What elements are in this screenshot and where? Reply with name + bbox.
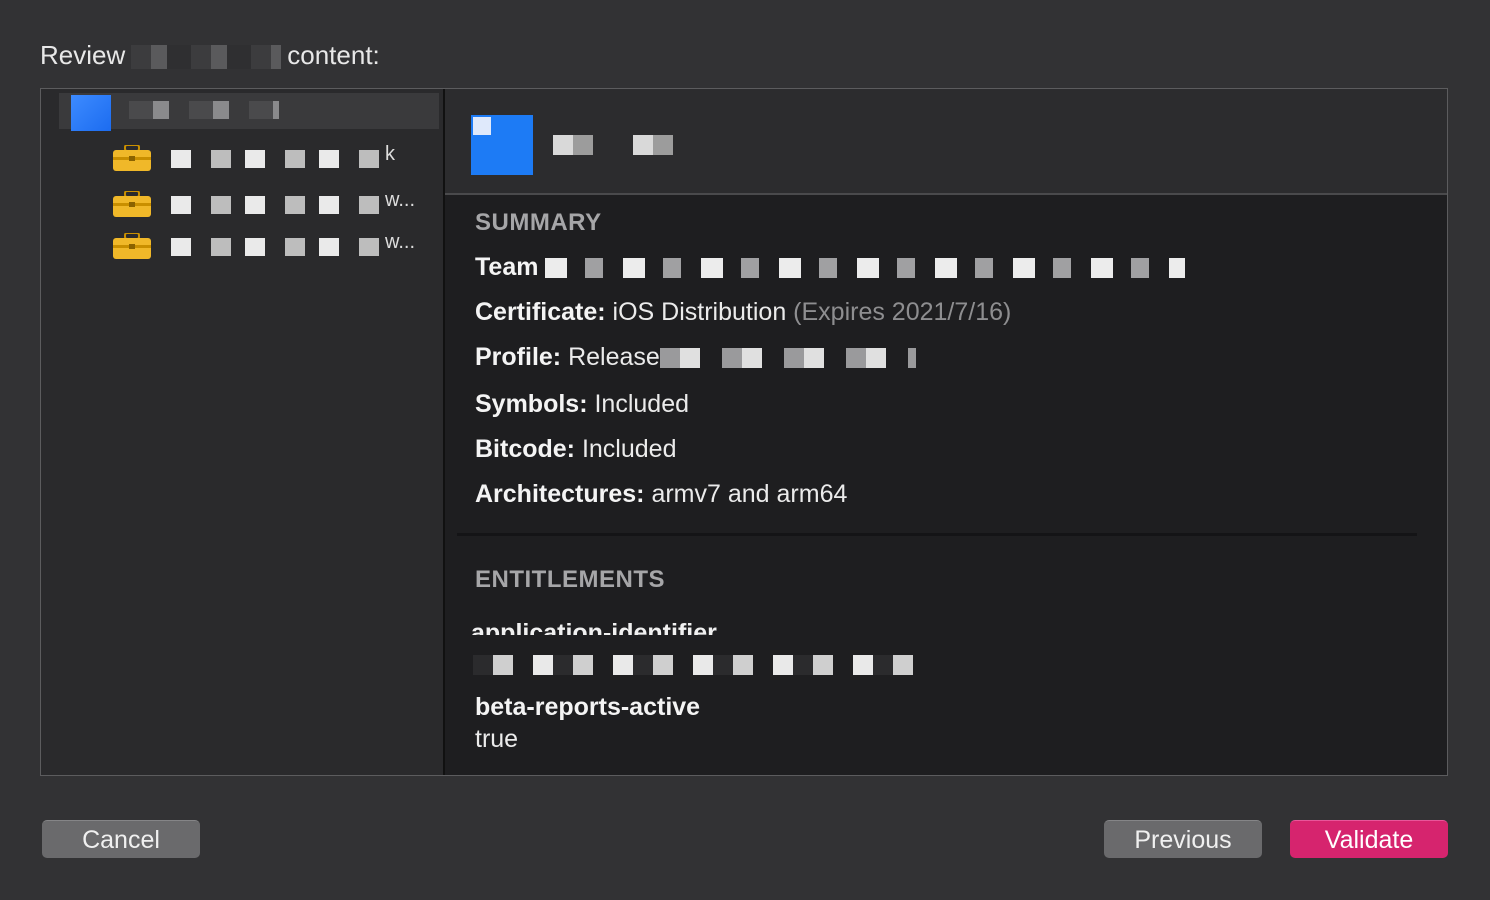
architectures-value: armv7 and arm64 [651,480,848,508]
architectures-row: Architectures: armv7 and arm64 [475,480,847,509]
section-divider [457,533,1417,536]
app-icon [471,115,533,175]
architectures-label: Architectures: [475,480,645,508]
dialog-title-suffix: content: [287,40,380,70]
bitcode-value: Included [581,435,677,463]
redacted-block [171,150,381,168]
sidebar-item-tail: w... [385,231,416,253]
redacted-block [545,258,1186,279]
redacted-block [131,45,282,70]
cancel-button[interactable]: Cancel [42,820,200,858]
entitlements-heading: ENTITLEMENTS [475,566,665,593]
detail-pane: SUMMARY Team Certificate: iOS Distributi… [445,89,1447,775]
validate-button[interactable]: Validate [1290,820,1448,858]
redacted-block [171,196,381,214]
sidebar: k w... w... [41,89,445,775]
dialog-title: Review content: [40,40,380,71]
app-icon [71,95,111,131]
sidebar-item-3[interactable]: w... [113,229,433,263]
content-frame: k w... w... SUMMARY Team Certificate: iO… [40,88,1448,776]
sidebar-item-tail: k [385,143,395,165]
symbols-row: Symbols: Included [475,390,689,419]
sidebar-root-item[interactable] [59,93,439,129]
sidebar-item-tail: w... [385,189,416,211]
redacted-block [553,135,673,155]
symbols-value: Included [594,390,690,418]
sidebar-item-1[interactable]: k [113,141,433,175]
profile-value: Release [568,343,660,371]
application-identifier-key: application-identifier [471,619,717,635]
briefcase-icon [113,191,151,217]
redacted-block [473,655,913,675]
profile-row: Profile: Release [475,343,916,372]
beta-reports-value: true [475,725,519,753]
bitcode-label: Bitcode: [475,435,575,463]
dialog-title-prefix: Review [40,40,126,70]
team-row: Team [475,253,1186,282]
certificate-label: Certificate: [475,298,606,326]
symbols-label: Symbols: [475,390,588,418]
certificate-value: iOS Distribution [612,298,787,326]
team-label: Team [475,253,539,281]
briefcase-icon [113,233,151,259]
detail-header [445,89,1447,195]
briefcase-icon [113,145,151,171]
sidebar-item-2[interactable]: w... [113,187,433,221]
bitcode-row: Bitcode: Included [475,435,676,464]
redacted-block [659,348,916,369]
profile-label: Profile: [475,343,562,371]
redacted-block [129,101,279,119]
redacted-block [171,238,381,256]
certificate-row: Certificate: iOS Distribution (Expires 2… [475,298,1011,327]
certificate-expiry: (Expires 2021/7/16) [793,298,1012,326]
summary-heading: SUMMARY [475,209,602,236]
beta-reports-key: beta-reports-active [475,693,701,721]
previous-button[interactable]: Previous [1104,820,1262,858]
